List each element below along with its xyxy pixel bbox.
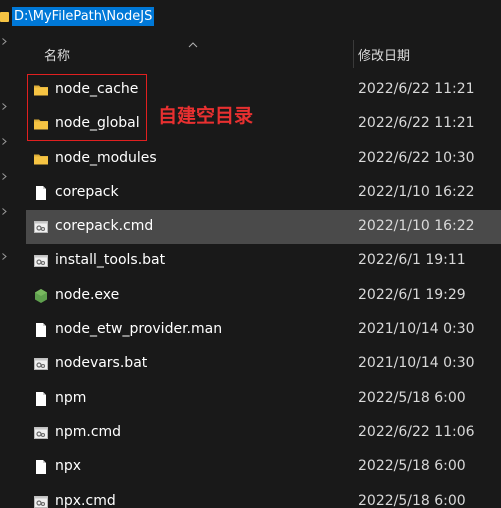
file-row[interactable]: npx.cmd 2022/5/18 6:00 <box>26 485 501 508</box>
column-name-header[interactable]: 名称 <box>44 45 70 64</box>
file-name: npx <box>55 458 82 475</box>
file-row[interactable]: npm 2022/5/18 6:00 <box>26 382 501 416</box>
navigation-pane-edge <box>0 28 10 508</box>
file-date-modified: 2022/1/10 16:22 <box>358 183 475 200</box>
file-date-modified: 2021/10/14 0:30 <box>358 321 475 338</box>
folder-icon <box>33 151 49 167</box>
column-date-modified-header[interactable]: 修改日期 <box>358 45 410 64</box>
chevron-right-icon[interactable] <box>2 208 7 215</box>
file-date-modified: 2022/6/22 11:06 <box>358 423 475 440</box>
chevron-right-icon[interactable] <box>2 138 7 145</box>
file-row[interactable]: corepack.cmd 2022/1/10 16:22 <box>26 210 501 245</box>
file-name: node_global <box>55 115 140 132</box>
file-row[interactable]: node.exe 2022/6/1 19:29 <box>26 279 501 313</box>
script-icon <box>33 356 49 372</box>
file-name: npm <box>55 389 87 406</box>
column-header: 名称 修改日期 <box>26 40 501 70</box>
file-name: corepack <box>55 183 119 200</box>
script-icon <box>33 219 49 235</box>
column-divider[interactable] <box>353 40 354 68</box>
file-date-modified: 2022/5/18 6:00 <box>358 389 466 406</box>
sort-ascending-icon <box>188 34 198 48</box>
file-date-modified: 2022/1/10 16:22 <box>358 218 475 235</box>
folder-icon <box>33 82 49 98</box>
file-row[interactable]: node_modules 2022/6/22 10:30 <box>26 142 501 176</box>
file-row[interactable]: corepack 2022/1/10 16:22 <box>26 176 501 210</box>
script-icon <box>33 494 49 508</box>
file-icon <box>33 391 49 407</box>
file-date-modified: 2022/5/18 6:00 <box>358 492 466 508</box>
file-row[interactable]: install_tools.bat 2022/6/1 19:11 <box>26 244 501 278</box>
file-name: nodevars.bat <box>55 355 148 372</box>
file-row[interactable]: npx 2022/5/18 6:00 <box>26 450 501 484</box>
file-row[interactable]: node_global 2022/6/22 11:21 <box>26 107 501 141</box>
chevron-right-icon[interactable] <box>2 173 7 180</box>
file-row[interactable]: npm.cmd 2022/6/22 11:06 <box>26 416 501 450</box>
file-name: install_tools.bat <box>55 252 166 269</box>
file-date-modified: 2022/6/22 10:30 <box>358 149 475 166</box>
file-row[interactable]: node_etw_provider.man 2021/10/14 0:30 <box>26 313 501 347</box>
annotation-label: 自建空目录 <box>158 105 254 127</box>
file-date-modified: 2022/6/1 19:29 <box>358 286 466 303</box>
file-row[interactable]: node_cache 2022/6/22 11:21 <box>26 73 501 107</box>
chevron-right-icon[interactable] <box>2 103 7 110</box>
chevron-right-icon[interactable] <box>2 253 7 260</box>
address-bar[interactable]: D:\MyFilePath\NodeJS <box>0 5 155 27</box>
file-name: node_modules <box>55 149 157 166</box>
address-path[interactable]: D:\MyFilePath\NodeJS <box>12 6 155 26</box>
file-name: node_cache <box>55 81 139 97</box>
file-date-modified: 2022/5/18 6:00 <box>358 458 466 475</box>
file-icon <box>33 185 49 201</box>
folder-icon <box>33 116 49 132</box>
script-icon <box>33 425 49 441</box>
file-list: node_cache 2022/6/22 11:21 node_global 2022… <box>26 73 501 508</box>
file-icon <box>33 459 49 475</box>
nodejs-icon <box>33 288 49 304</box>
chevron-right-icon[interactable] <box>2 38 7 45</box>
file-name: npx.cmd <box>55 492 116 508</box>
file-row[interactable]: nodevars.bat 2021/10/14 0:30 <box>26 347 501 381</box>
file-explorer-window: D:\MyFilePath\NodeJS 名称 修改日期 node_cache 2… <box>0 0 501 508</box>
file-date-modified: 2022/6/1 19:11 <box>358 252 466 269</box>
file-date-modified: 2022/6/22 11:21 <box>358 115 475 132</box>
folder-icon <box>0 10 9 22</box>
script-icon <box>33 253 49 269</box>
file-date-modified: 2021/10/14 0:30 <box>358 355 475 372</box>
file-name: npm.cmd <box>55 423 122 440</box>
file-icon <box>33 322 49 338</box>
file-name: node.exe <box>55 286 120 303</box>
file-date-modified: 2022/6/22 11:21 <box>358 81 475 97</box>
file-name: node_etw_provider.man <box>55 321 223 338</box>
file-name: corepack.cmd <box>55 218 154 235</box>
